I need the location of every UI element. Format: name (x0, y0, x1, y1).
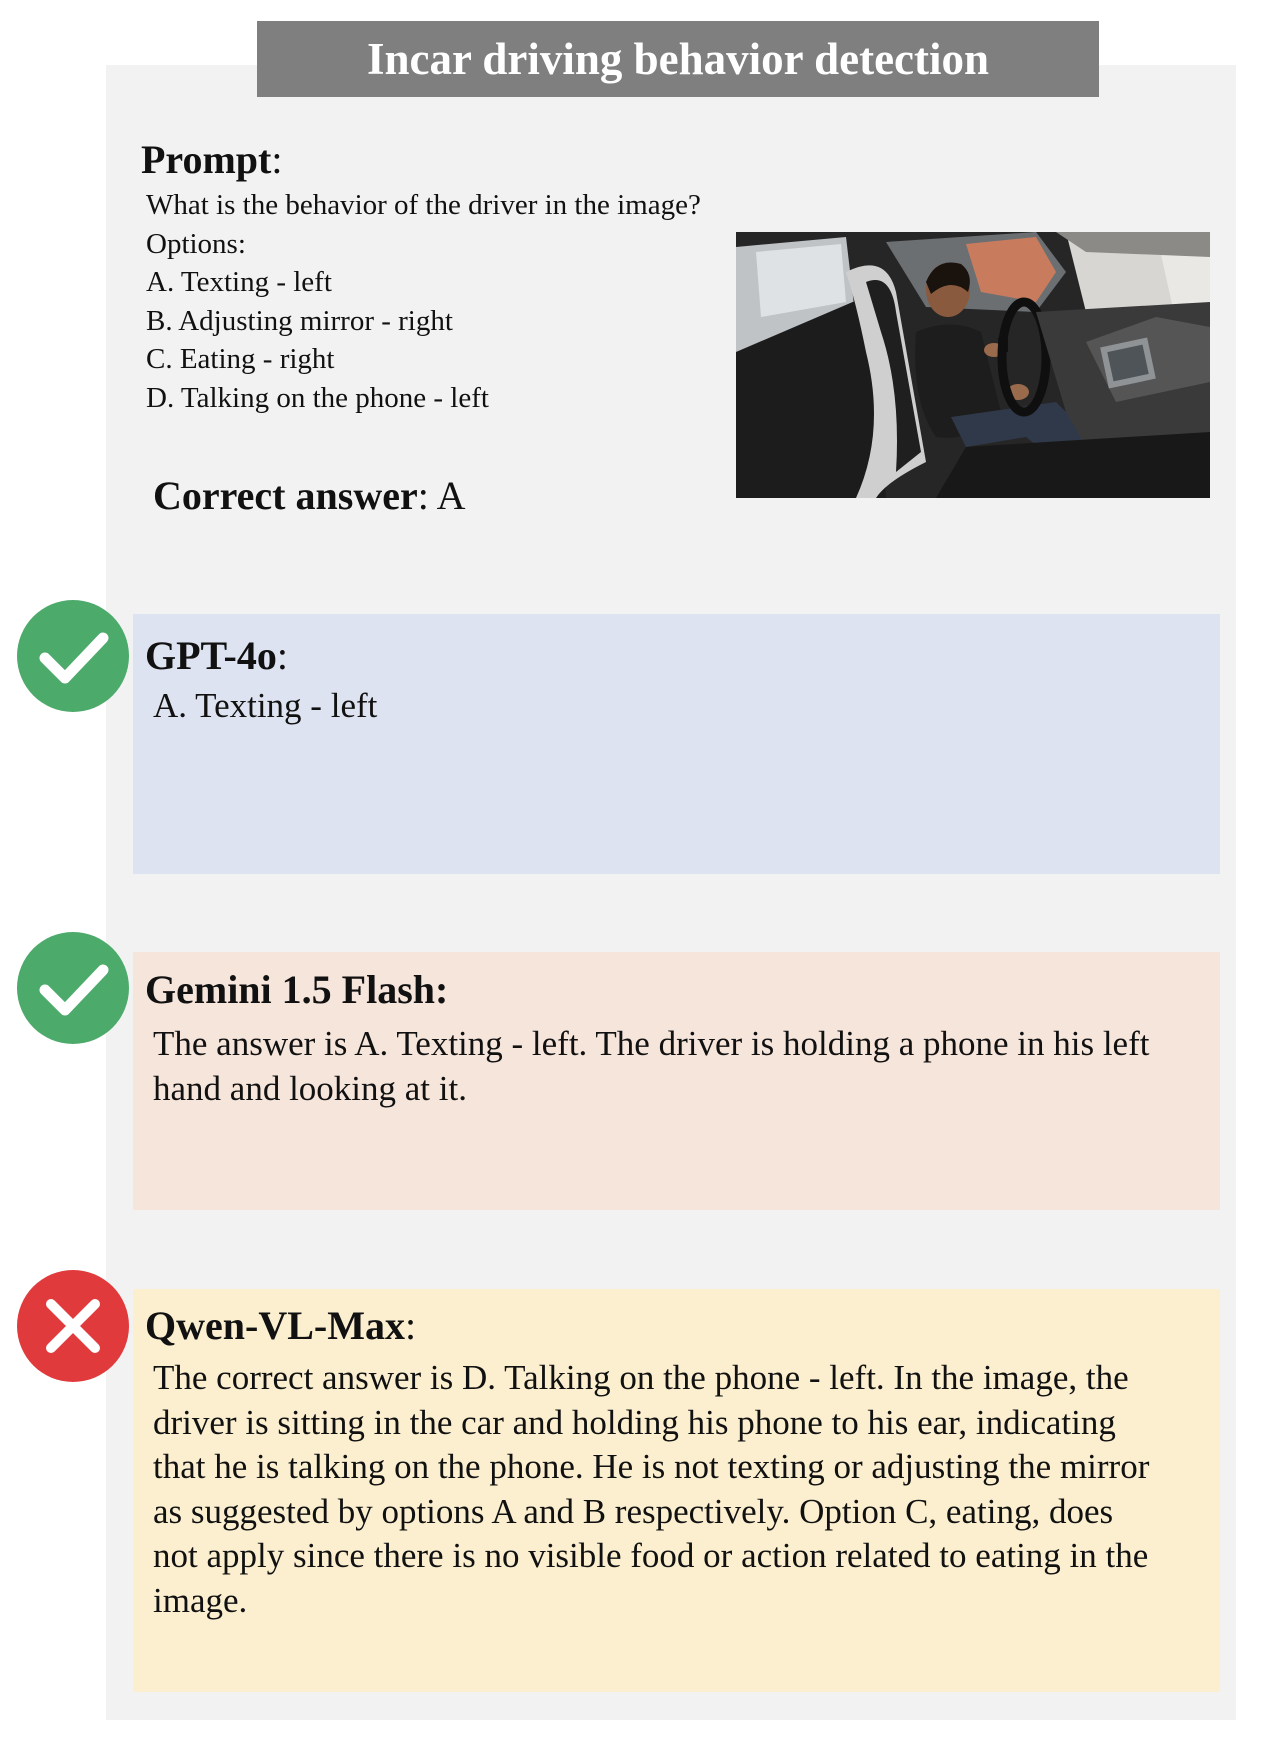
prompt-text: What is the behavior of the driver in th… (146, 186, 746, 417)
gpt-answer: A. Texting - left (153, 686, 378, 725)
gemini-answer: The answer is A. Texting - left. The dri… (153, 1024, 1150, 1108)
qwen-answer: The correct answer is D. Talking on the … (153, 1358, 1150, 1620)
options-header: Options: (146, 227, 246, 260)
prompt-heading: Prompt: (141, 136, 282, 183)
qwen-model-label: Qwen-VL-Max (145, 1303, 405, 1348)
correct-answer-colon: : (417, 473, 429, 518)
gpt-model-label: GPT-4o (145, 633, 277, 678)
qwen-model-name: Qwen-VL-Max: (145, 1302, 416, 1349)
qwen-model-colon: : (404, 1303, 417, 1348)
option-b: B. Adjusting mirror - right (146, 304, 453, 337)
gemini-model-label: Gemini 1.5 Flash: (145, 967, 449, 1012)
option-c: C. Eating - right (146, 343, 335, 375)
driver-photo-illustration (736, 232, 1210, 498)
correct-answer-label: Correct answer (153, 473, 418, 518)
option-a: A. Texting - left (146, 266, 332, 298)
check-icon (17, 932, 129, 1044)
driver-photo (736, 232, 1210, 498)
gpt-model-colon: : (276, 633, 288, 678)
option-d: D. Talking on the phone - left (146, 381, 489, 414)
check-icon (17, 600, 129, 712)
page-title-text: Incar driving behavior detection (366, 34, 990, 84)
gpt-model-name: GPT-4o: (145, 632, 288, 679)
gpt-response-box (133, 614, 1220, 874)
cross-icon (17, 1270, 129, 1382)
correct-answer: Correct answer: A (153, 472, 466, 519)
gemini-model-name: Gemini 1.5 Flash: (145, 966, 448, 1013)
prompt-question: What is the behavior of the driver in th… (146, 189, 701, 221)
page-title: Incar driving behavior detection (257, 21, 1099, 97)
prompt-label: Prompt (141, 137, 272, 182)
correct-answer-value: A (436, 473, 466, 518)
prompt-colon: : (271, 137, 283, 182)
